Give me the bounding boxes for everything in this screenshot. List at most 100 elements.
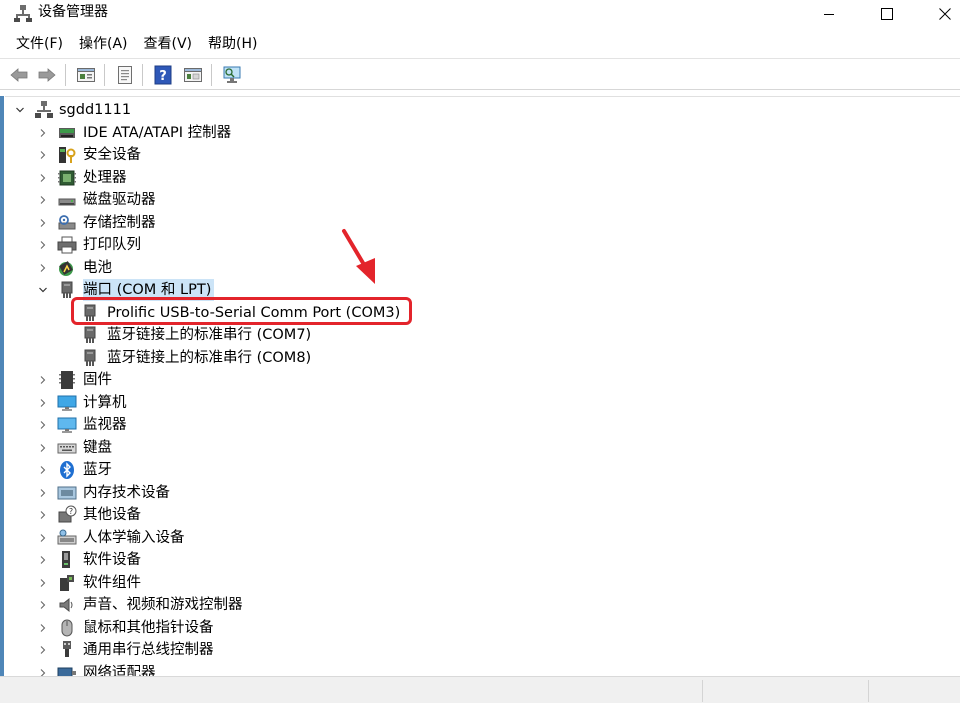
- chevron-right-icon[interactable]: [38, 465, 48, 475]
- tree-category-label: 蓝牙: [83, 462, 112, 478]
- title-bar[interactable]: 设备管理器: [0, 0, 960, 30]
- bluetooth-icon: [57, 460, 77, 480]
- chevron-right-icon[interactable]: [38, 668, 48, 676]
- chevron-right-icon[interactable]: [38, 488, 48, 498]
- window-title: 设备管理器: [38, 4, 108, 20]
- tree-category-label: 声音、视频和游戏控制器: [83, 597, 243, 613]
- document-button[interactable]: [114, 64, 136, 86]
- tree-category-label: 鼠标和其他指针设备: [83, 619, 214, 636]
- tree-category-label: 固件: [83, 372, 112, 388]
- menu-help[interactable]: 帮助(H): [200, 30, 265, 58]
- chevron-right-icon[interactable]: [38, 375, 48, 385]
- chevron-right-icon[interactable]: [38, 645, 48, 655]
- menu-bar: 文件(F) 操作(A) 查看(V) 帮助(H): [0, 30, 960, 58]
- chevron-right-icon[interactable]: [38, 578, 48, 588]
- status-divider: [702, 680, 703, 702]
- status-bar: [0, 676, 960, 703]
- chevron-right-icon[interactable]: [38, 263, 48, 273]
- highlight-annotation-box: [71, 297, 412, 325]
- software-device-icon: [57, 550, 77, 570]
- properties-pane-icon: [77, 68, 95, 82]
- chevron-right-icon[interactable]: [38, 128, 48, 138]
- computer-tree-icon: [34, 100, 54, 120]
- svg-text:?: ?: [69, 507, 73, 516]
- chevron-right-icon[interactable]: [38, 398, 48, 408]
- device-tree[interactable]: sgdd1111 IDE ATA/ATAPI 控制器 安全设备 处理器 磁盘驱动器 存储…: [5, 96, 960, 676]
- tree-port-label: 蓝牙链接上的标准串行 (COM8): [107, 349, 312, 366]
- chevron-down-icon[interactable]: [38, 285, 48, 295]
- monitor-scan-icon: [223, 66, 241, 83]
- tree-category-label: 软件组件: [83, 574, 141, 591]
- back-button[interactable]: [8, 64, 30, 86]
- forward-arrow-icon: [38, 68, 56, 82]
- properties-pane-button[interactable]: [75, 64, 97, 86]
- tree-category-label: 人体学输入设备: [83, 529, 185, 546]
- chevron-right-icon[interactable]: [38, 555, 48, 565]
- chevron-right-icon[interactable]: [38, 623, 48, 633]
- minimize-button[interactable]: [806, 0, 852, 28]
- help-button[interactable]: ?: [152, 64, 174, 86]
- tree-category-label: 监视器: [83, 417, 127, 433]
- mouse-icon: [57, 618, 77, 638]
- chevron-right-icon[interactable]: [38, 218, 48, 228]
- tree-port-label: 蓝牙链接上的标准串行 (COM7): [107, 327, 312, 343]
- chevron-right-icon[interactable]: [38, 240, 48, 250]
- tree-category-label: 打印队列: [83, 237, 141, 253]
- background-window-edge: [0, 96, 4, 676]
- toolbar: ?: [0, 58, 960, 90]
- toolbar-separator: [104, 64, 105, 86]
- chevron-right-icon[interactable]: [38, 420, 48, 430]
- menu-file[interactable]: 文件(F): [8, 30, 71, 58]
- tree-category-label: 网络适配器: [83, 664, 156, 677]
- security-device-icon: [57, 145, 77, 165]
- chevron-right-icon[interactable]: [38, 510, 48, 520]
- storage-controller-icon: [57, 213, 77, 233]
- tree-category-label: 软件设备: [83, 552, 141, 568]
- red-arrow-annotation-icon: [342, 229, 375, 284]
- help-icon: ?: [154, 65, 172, 85]
- network-adapter-icon: [57, 663, 77, 676]
- other-device-icon: ?: [57, 505, 77, 525]
- document-icon: [118, 66, 132, 84]
- chevron-right-icon[interactable]: [38, 533, 48, 543]
- toolbar-separator: [65, 64, 66, 86]
- chevron-right-icon[interactable]: [38, 150, 48, 160]
- tree-category-label: 键盘: [83, 439, 112, 456]
- forward-button[interactable]: [36, 64, 58, 86]
- device-manager-icon: [14, 4, 32, 22]
- show-hide-pane-icon: [184, 68, 202, 82]
- processor-icon: [57, 168, 77, 188]
- maximize-icon: [881, 8, 893, 20]
- tree-category-label: 内存技术设备: [83, 484, 170, 501]
- hid-icon: [57, 528, 77, 548]
- tree-category-label: 通用串行总线控制器: [83, 642, 214, 658]
- tree-category-label: IDE ATA/ATAPI 控制器: [83, 124, 232, 141]
- chevron-right-icon[interactable]: [38, 195, 48, 205]
- close-button[interactable]: [922, 0, 960, 28]
- svg-text:?: ?: [159, 69, 167, 84]
- chevron-down-icon[interactable]: [15, 105, 25, 115]
- show-hide-pane-button[interactable]: [182, 64, 204, 86]
- chevron-right-icon[interactable]: [38, 600, 48, 610]
- close-icon: [939, 8, 951, 20]
- menu-view[interactable]: 查看(V): [136, 30, 201, 58]
- toolbar-separator: [142, 64, 143, 86]
- sound-icon: [57, 595, 77, 615]
- memory-device-icon: [57, 483, 77, 503]
- tree-category-label: 安全设备: [83, 147, 141, 163]
- root-label: sgdd1111: [59, 102, 132, 118]
- chevron-right-icon[interactable]: [38, 173, 48, 183]
- scan-hardware-button[interactable]: [221, 64, 243, 86]
- tree-category-label: 磁盘驱动器: [83, 192, 156, 208]
- chevron-right-icon[interactable]: [38, 443, 48, 453]
- minimize-icon: [824, 14, 834, 15]
- printer-icon: [57, 235, 77, 255]
- port-icon: [80, 325, 100, 345]
- ide-controller-icon: [57, 123, 77, 143]
- maximize-button[interactable]: [864, 0, 910, 28]
- tree-category-label: 其他设备: [83, 507, 141, 523]
- menu-action[interactable]: 操作(A): [71, 30, 136, 58]
- computer-icon: [57, 393, 77, 413]
- back-arrow-icon: [10, 68, 28, 82]
- status-divider: [868, 680, 869, 702]
